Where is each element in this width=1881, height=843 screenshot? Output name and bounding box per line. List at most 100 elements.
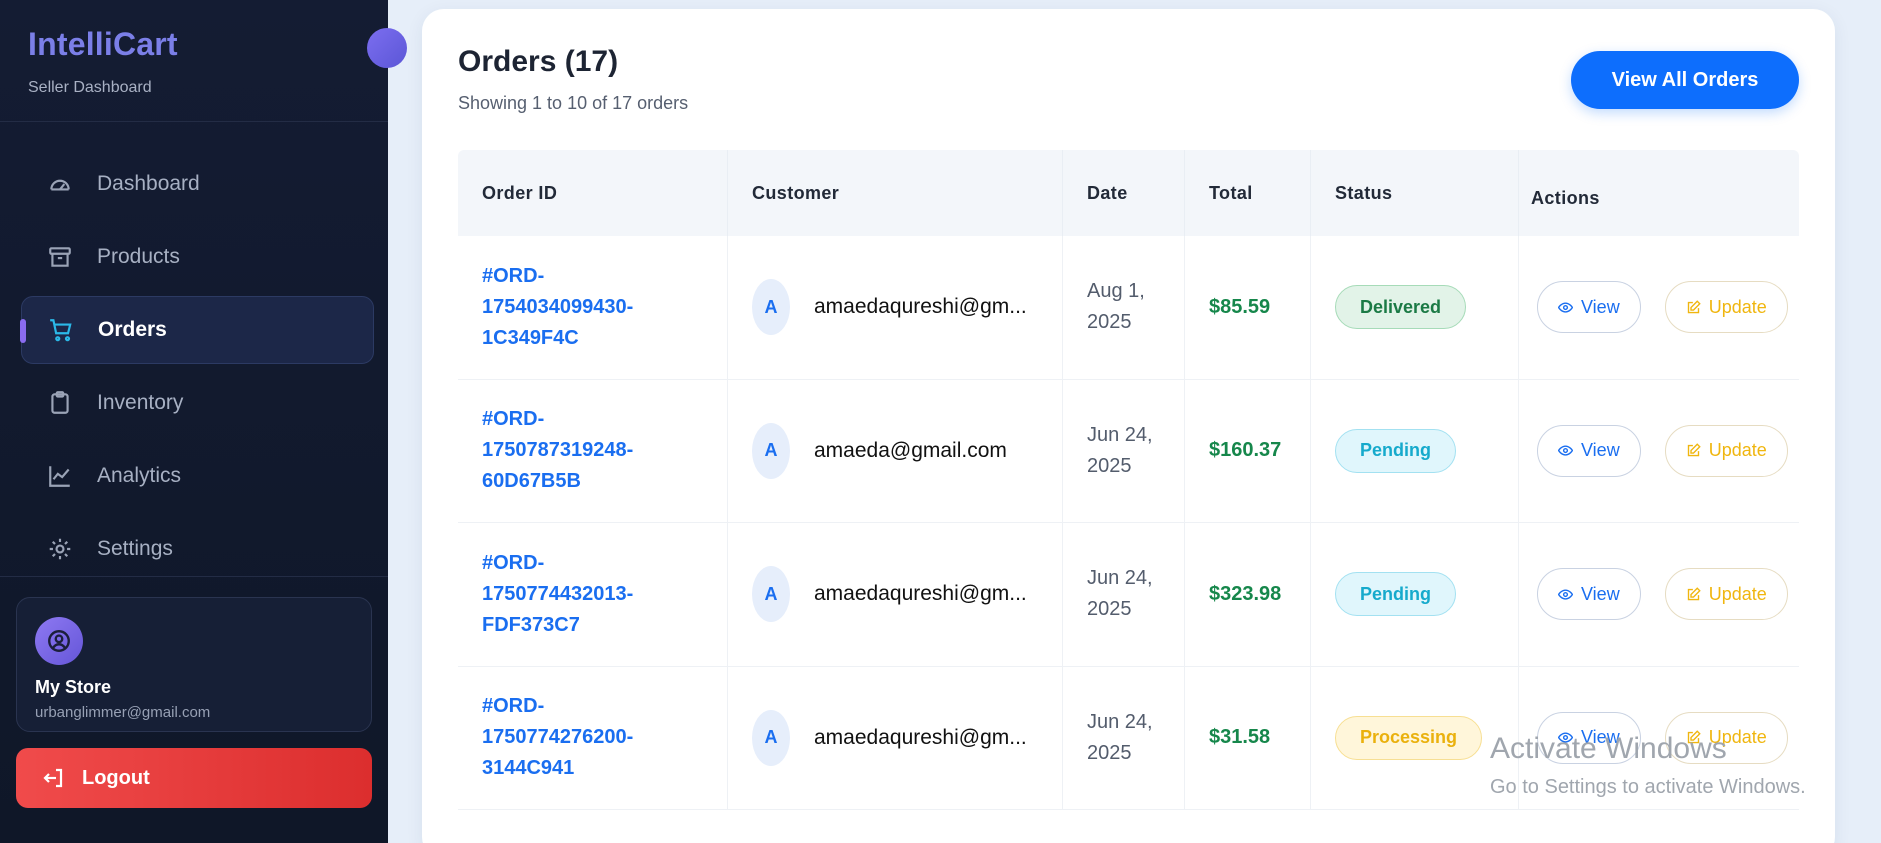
- column-header-date[interactable]: Date: [1063, 150, 1185, 236]
- status-cell: Processing: [1311, 666, 1519, 809]
- order-id-line: FDF373C7: [482, 613, 580, 636]
- column-header-customer[interactable]: Customer: [728, 150, 1063, 236]
- customer-cell: A amaedaqureshi@gm...: [728, 523, 1063, 666]
- store-card[interactable]: My Store urbanglimmer@gmail.com: [16, 597, 372, 732]
- eye-icon: [1558, 445, 1573, 456]
- update-label: Update: [1708, 296, 1767, 317]
- order-id-link[interactable]: #ORD- 1750774432013- FDF373C7: [482, 548, 633, 641]
- update-order-button[interactable]: Update: [1664, 568, 1788, 621]
- order-total: $31.58: [1209, 726, 1271, 749]
- sidebar-item-products[interactable]: Products: [21, 223, 374, 291]
- order-total: $323.98: [1209, 582, 1282, 605]
- edit-icon: [1687, 730, 1701, 744]
- order-id-line: #ORD-: [482, 264, 545, 287]
- store-name: My Store: [35, 677, 112, 697]
- total-cell: $323.98: [1185, 523, 1311, 666]
- date-line: Jun 24,: [1087, 710, 1153, 733]
- status-badge: Delivered: [1335, 285, 1467, 330]
- sidebar-item-dashboard[interactable]: Dashboard: [21, 150, 374, 218]
- sidebar-item-analytics[interactable]: Analytics: [21, 442, 374, 510]
- total-cell: $160.37: [1185, 379, 1311, 522]
- customer-email: amaeda@gmail.com: [814, 438, 1007, 462]
- view-label: View: [1581, 296, 1620, 317]
- cart-icon: [46, 315, 76, 345]
- sidebar-item-label: Products: [97, 245, 180, 268]
- brand-subtitle: Seller Dashboard: [28, 79, 152, 96]
- actions-cell: View Update: [1519, 236, 1799, 379]
- table-row: #ORD- 1750774276200- 3144C941 A amaedaqu…: [458, 666, 1799, 810]
- update-label: Update: [1708, 727, 1767, 748]
- orders-card: Orders (17) Showing 1 to 10 of 17 orders…: [422, 9, 1835, 843]
- orders-header: Orders (17) Showing 1 to 10 of 17 orders: [458, 45, 688, 114]
- customer-avatar: A: [752, 422, 790, 479]
- update-order-button[interactable]: Update: [1664, 711, 1788, 764]
- sidebar-toggle-button[interactable]: [367, 28, 407, 68]
- store-email: urbanglimmer@gmail.com: [35, 704, 211, 721]
- sidebar-item-orders[interactable]: Orders: [20, 296, 374, 364]
- total-cell: $85.59: [1185, 236, 1311, 379]
- view-order-button[interactable]: View: [1537, 281, 1641, 334]
- order-total: $160.37: [1209, 439, 1282, 462]
- order-id-link[interactable]: #ORD- 1754034099430- 1C349F4C: [482, 261, 633, 354]
- column-header-total[interactable]: Total: [1185, 150, 1311, 236]
- update-label: Update: [1708, 440, 1767, 461]
- brand-title[interactable]: IntelliCart: [28, 26, 360, 63]
- logout-button[interactable]: Logout: [16, 748, 372, 808]
- clipboard-icon: [45, 388, 75, 418]
- pagination-summary: Showing 1 to 10 of 17 orders: [458, 93, 689, 113]
- date-cell: Jun 24, 2025: [1063, 379, 1185, 522]
- edit-icon: [1687, 443, 1701, 457]
- status-cell: Pending: [1311, 523, 1519, 666]
- logout-icon: [43, 768, 63, 788]
- order-id-line: #ORD-: [482, 408, 545, 431]
- order-id-line: 1750787319248-: [482, 439, 634, 462]
- order-id-cell: #ORD- 1750787319248- 60D67B5B: [458, 379, 728, 522]
- eye-icon: [1558, 302, 1573, 313]
- sidebar-item-label: Analytics: [97, 464, 182, 487]
- status-cell: Delivered: [1311, 236, 1519, 379]
- customer-cell: A amaedaqureshi@gm...: [728, 666, 1063, 809]
- date-cell: Jun 24, 2025: [1063, 523, 1185, 666]
- gear-icon: [45, 534, 75, 564]
- sidebar-nav: Dashboard Products Orders Inventory Anal…: [0, 122, 388, 583]
- sidebar-item-inventory[interactable]: Inventory: [21, 369, 374, 437]
- page-title: Orders (17): [458, 45, 619, 78]
- order-id-line: 3144C941: [482, 757, 575, 780]
- update-order-button[interactable]: Update: [1664, 424, 1788, 477]
- update-order-button[interactable]: Update: [1664, 281, 1788, 334]
- status-badge: Pending: [1335, 428, 1456, 473]
- view-order-button[interactable]: View: [1537, 568, 1641, 621]
- eye-icon: [1558, 732, 1573, 743]
- date-cell: Jun 24, 2025: [1063, 666, 1185, 809]
- view-all-orders-button[interactable]: View All Orders: [1571, 51, 1799, 109]
- update-label: Update: [1708, 583, 1767, 604]
- sidebar-item-label: Orders: [98, 318, 167, 341]
- view-order-button[interactable]: View: [1537, 424, 1641, 477]
- speedometer-icon: [45, 169, 75, 199]
- table-row: #ORD- 1754034099430- 1C349F4C A amaedaqu…: [458, 236, 1799, 380]
- date-line: 2025: [1087, 311, 1132, 334]
- order-id-line: 1750774432013-: [482, 582, 634, 605]
- order-id-line: #ORD-: [482, 551, 545, 574]
- customer-avatar: A: [752, 709, 790, 766]
- status-badge: Pending: [1335, 572, 1456, 617]
- column-header-actions: Actions: [1531, 187, 1600, 208]
- view-order-button[interactable]: View: [1537, 711, 1641, 764]
- sidebar-item-label: Settings: [97, 537, 173, 560]
- view-label: View: [1581, 727, 1620, 748]
- date-line: 2025: [1087, 454, 1132, 477]
- orders-table: Order ID Customer Date Total Status Acti…: [458, 150, 1799, 810]
- sidebar-item-settings[interactable]: Settings: [21, 515, 374, 583]
- brand-header: IntelliCart Seller Dashboard: [0, 0, 388, 122]
- date-line: 2025: [1087, 741, 1132, 764]
- status-cell: Pending: [1311, 379, 1519, 522]
- order-id-cell: #ORD- 1754034099430- 1C349F4C: [458, 236, 728, 379]
- column-header-order-id[interactable]: Order ID: [458, 150, 728, 236]
- edit-icon: [1687, 587, 1701, 600]
- customer-avatar: A: [752, 566, 790, 623]
- customer-cell: A amaedaqureshi@gm...: [728, 236, 1063, 379]
- date-line: 2025: [1087, 598, 1132, 621]
- order-id-link[interactable]: #ORD- 1750774276200- 3144C941: [482, 691, 633, 784]
- order-id-link[interactable]: #ORD- 1750787319248- 60D67B5B: [482, 404, 633, 497]
- column-header-status[interactable]: Status: [1311, 150, 1519, 236]
